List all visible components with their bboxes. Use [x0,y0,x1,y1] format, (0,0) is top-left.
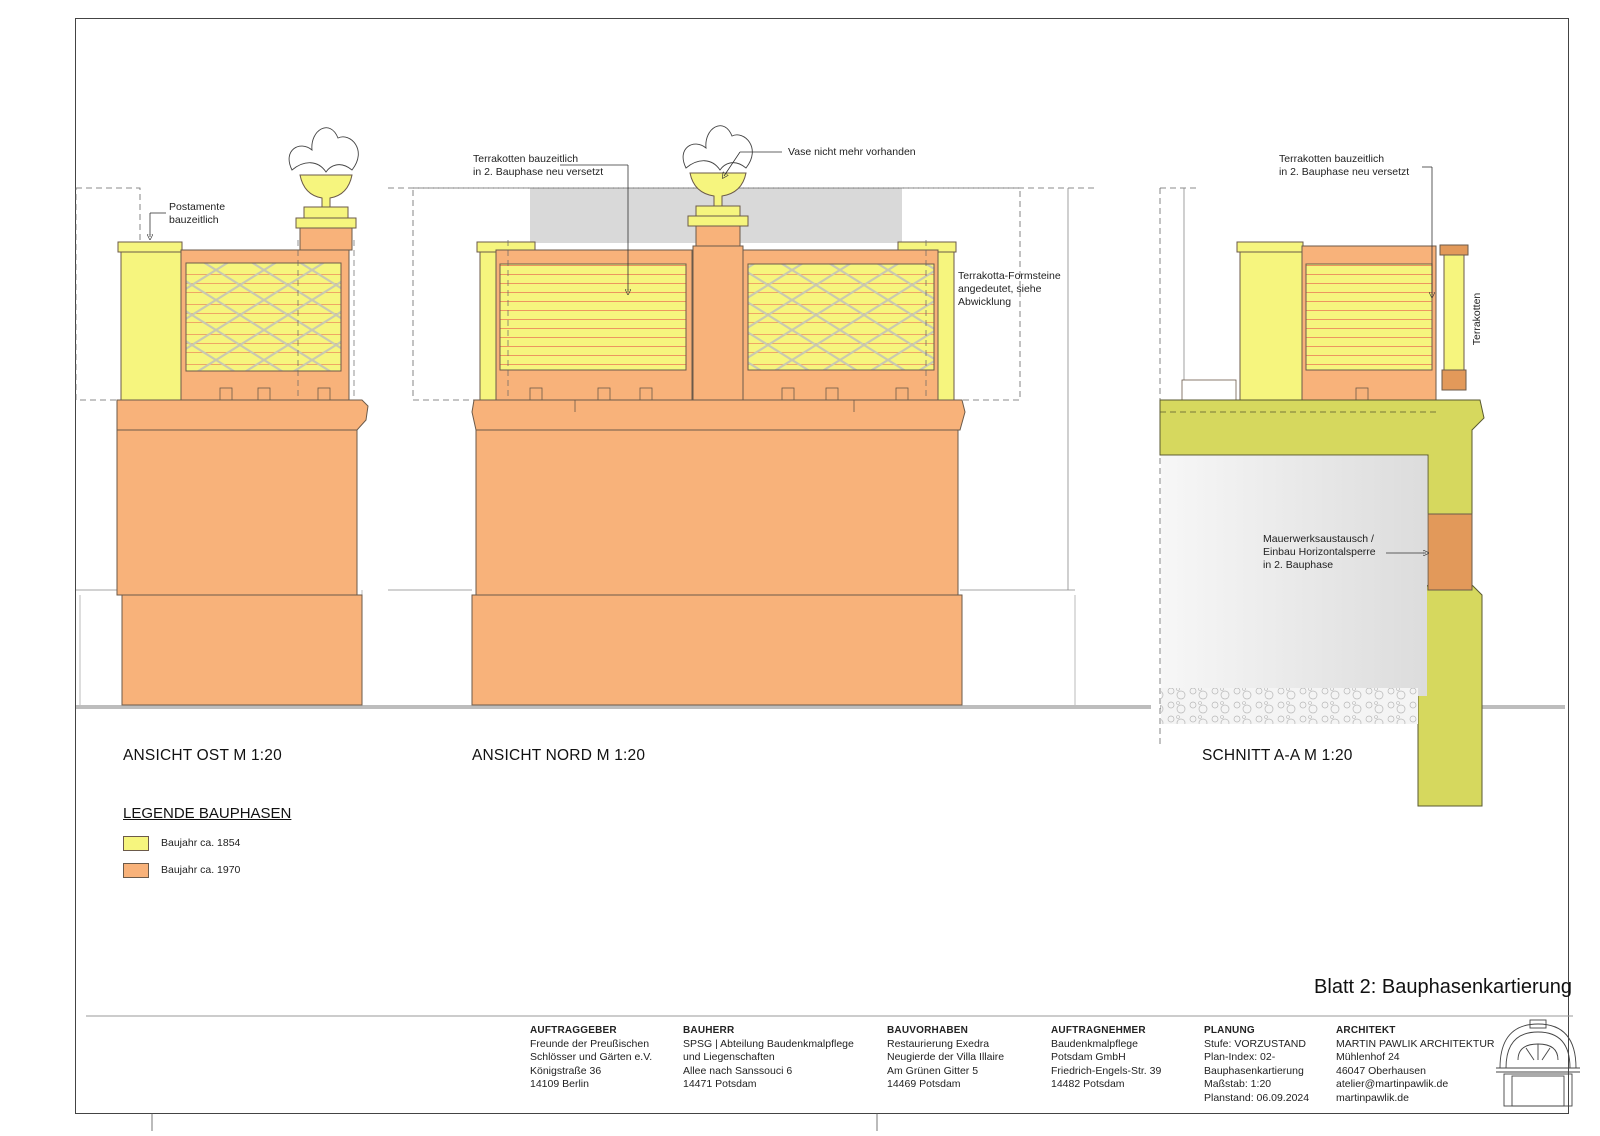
legend-label: Baujahr ca. 1854 [161,837,241,849]
titleblock-heading: AUFTRAGGEBER [530,1025,617,1036]
titleblock-heading: AUFTRAGNEHMER [1051,1025,1146,1036]
legend-swatch [123,836,149,851]
label-terrakotten-north: Terrakotten bauzeitlich in 2. Bauphase n… [473,153,604,178]
titleblock-line: Freunde der Preußischen [530,1037,650,1050]
titleblock-line: Friedrich-Engels-Str. 39 [1051,1064,1162,1077]
drawing-sheet: Postamente bauzeitlich Terrakotten bauze… [0,0,1600,1131]
view-title-east: ANSICHT OST M 1:20 [123,747,282,764]
titleblock-line: Neugierde der Villa Illaire [887,1051,1005,1063]
titleblock-line: Bauphasenkartierung [1204,1064,1304,1077]
titleblock-line: SPSG | Abteilung Baudenkmalpflege [683,1037,854,1050]
titleblock-line: MARTIN PAWLIK ARCHITEKTUR [1336,1037,1495,1050]
titleblock-auftraggeber: AUFTRAGGEBER Freunde der Preußischen Sch… [530,1024,652,1092]
titleblock-line: Baudenkmalpflege [1051,1037,1138,1050]
titleblock-line: Königstraße 36 [530,1064,602,1077]
titleblock-line: 14471 Potsdam [683,1078,757,1090]
titleblock-line: atelier@martinpawlik.de [1336,1078,1449,1090]
view-section [1159,166,1485,807]
titleblock-heading: BAUHERR [683,1025,735,1036]
label-terrakotten-section: Terrakotten bauzeitlich in 2. Bauphase n… [1279,153,1410,178]
titleblock-line: 14469 Potsdam [887,1078,961,1090]
titleblock-line: Maßstab: 1:20 [1204,1078,1272,1090]
titleblock-line: Restaurierung Exedra [887,1037,990,1050]
titleblock-line: und Liegenschaften [683,1051,775,1063]
titleblock-architekt: ARCHITEKT MARTIN PAWLIK ARCHITEKTUR Mühl… [1336,1024,1495,1105]
titleblock-line: Allee nach Sanssouci 6 [683,1064,793,1077]
view-north [388,125,1098,706]
titleblock-heading: BAUVORHABEN [887,1025,969,1036]
titleblock-line: martinpawlik.de [1336,1091,1409,1104]
label-vase: Vase nicht mehr vorhanden [788,146,916,158]
titleblock-heading: PLANUNG [1204,1025,1255,1036]
titleblock-line: Planstand: 06.09.2024 [1204,1091,1310,1104]
legend-label: Baujahr ca. 1970 [161,864,241,876]
legend-title: LEGENDE BAUPHASEN [123,805,292,822]
titleblock-line: Mühlenhof 24 [1336,1051,1400,1063]
label-postamente: Postamente bauzeitlich [169,201,226,226]
titleblock-line: Plan-Index: 02- [1204,1051,1276,1063]
titleblock-line: 14482 Potsdam [1051,1078,1125,1090]
titleblock-bauherr: BAUHERR SPSG | Abteilung Baudenkmalpfleg… [683,1024,854,1092]
titleblock-auftragnehmer: AUFTRAGNEHMER Baudenkmalpflege Potsdam G… [1051,1024,1161,1092]
titleblock-line: Am Grünen Gitter 5 [887,1064,979,1077]
architect-logo [1496,1019,1580,1107]
sheet-title: Blatt 2: Bauphasenkartierung [1314,976,1572,998]
titleblock-line: Stufe: VORZUSTAND [1204,1037,1306,1050]
label-terrakotten-vertical: Terrakotten [1471,292,1483,346]
titleblock-line: 14109 Berlin [530,1078,589,1090]
titleblock-planung: PLANUNG Stufe: VORZUSTAND Plan-Index: 02… [1204,1024,1309,1105]
titleblock-bauvorhaben: BAUVORHABEN Restaurierung Exedra Neugier… [887,1024,1004,1092]
titleblock-heading: ARCHITEKT [1336,1025,1396,1036]
view-title-section: SCHNITT A-A M 1:20 [1202,747,1353,764]
label-mauerwerk: Mauerwerksaustausch / Einbau Horizontals… [1263,533,1376,571]
label-formsteine: Terrakotta-Formsteine angedeutet, siehe … [958,270,1061,308]
titleblock-line: Potsdam GmbH [1051,1051,1126,1063]
view-title-north: ANSICHT NORD M 1:20 [472,747,646,764]
titleblock-line: 46047 Oberhausen [1336,1064,1426,1077]
legend-swatch [123,863,149,878]
titleblock-line: Schlösser und Gärten e.V. [530,1051,653,1063]
